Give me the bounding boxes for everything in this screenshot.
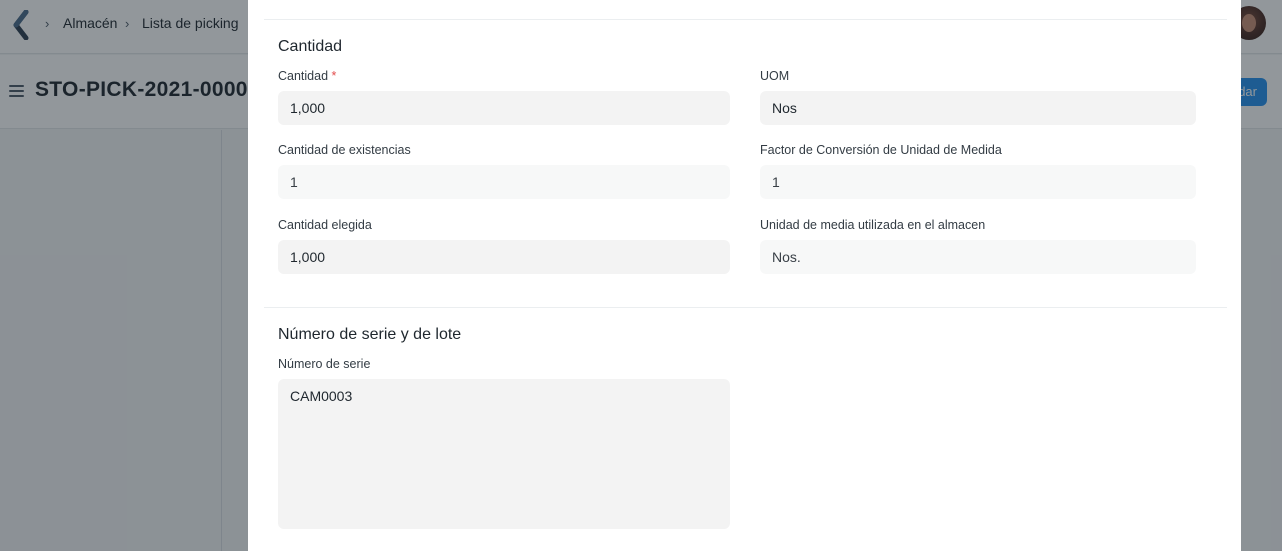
uom-label: UOM (760, 69, 790, 83)
conversion-factor-field: 1 (760, 165, 1196, 199)
picked-qty-input[interactable]: 1,000 (278, 240, 730, 274)
stock-qty-label: Cantidad de existencias (278, 143, 411, 157)
conversion-factor-label: Factor de Conversión de Unidad de Medida (760, 143, 1002, 157)
required-indicator: * (331, 69, 337, 83)
section-title-cantidad: Cantidad (278, 38, 343, 55)
section-divider (264, 19, 1227, 20)
cantidad-label-text: Cantidad (278, 69, 329, 83)
cantidad-input[interactable]: 1,000 (278, 91, 730, 125)
picked-qty-label: Cantidad elegida (278, 218, 372, 232)
cantidad-label: Cantidad * (278, 69, 336, 83)
stock-uom-label: Unidad de media utilizada en el almacen (760, 218, 986, 232)
uom-input[interactable]: Nos (760, 91, 1196, 125)
stock-uom-field: Nos. (760, 240, 1196, 274)
section-divider (264, 307, 1227, 308)
row-edit-dialog: Cantidad Cantidad * 1,000 UOM Nos Cantid… (248, 0, 1241, 551)
section-title-serial-batch: Número de serie y de lote (278, 326, 462, 343)
serial-no-label: Número de serie (278, 357, 371, 371)
serial-no-textarea[interactable]: CAM0003 (278, 379, 730, 529)
stock-qty-field: 1 (278, 165, 730, 199)
